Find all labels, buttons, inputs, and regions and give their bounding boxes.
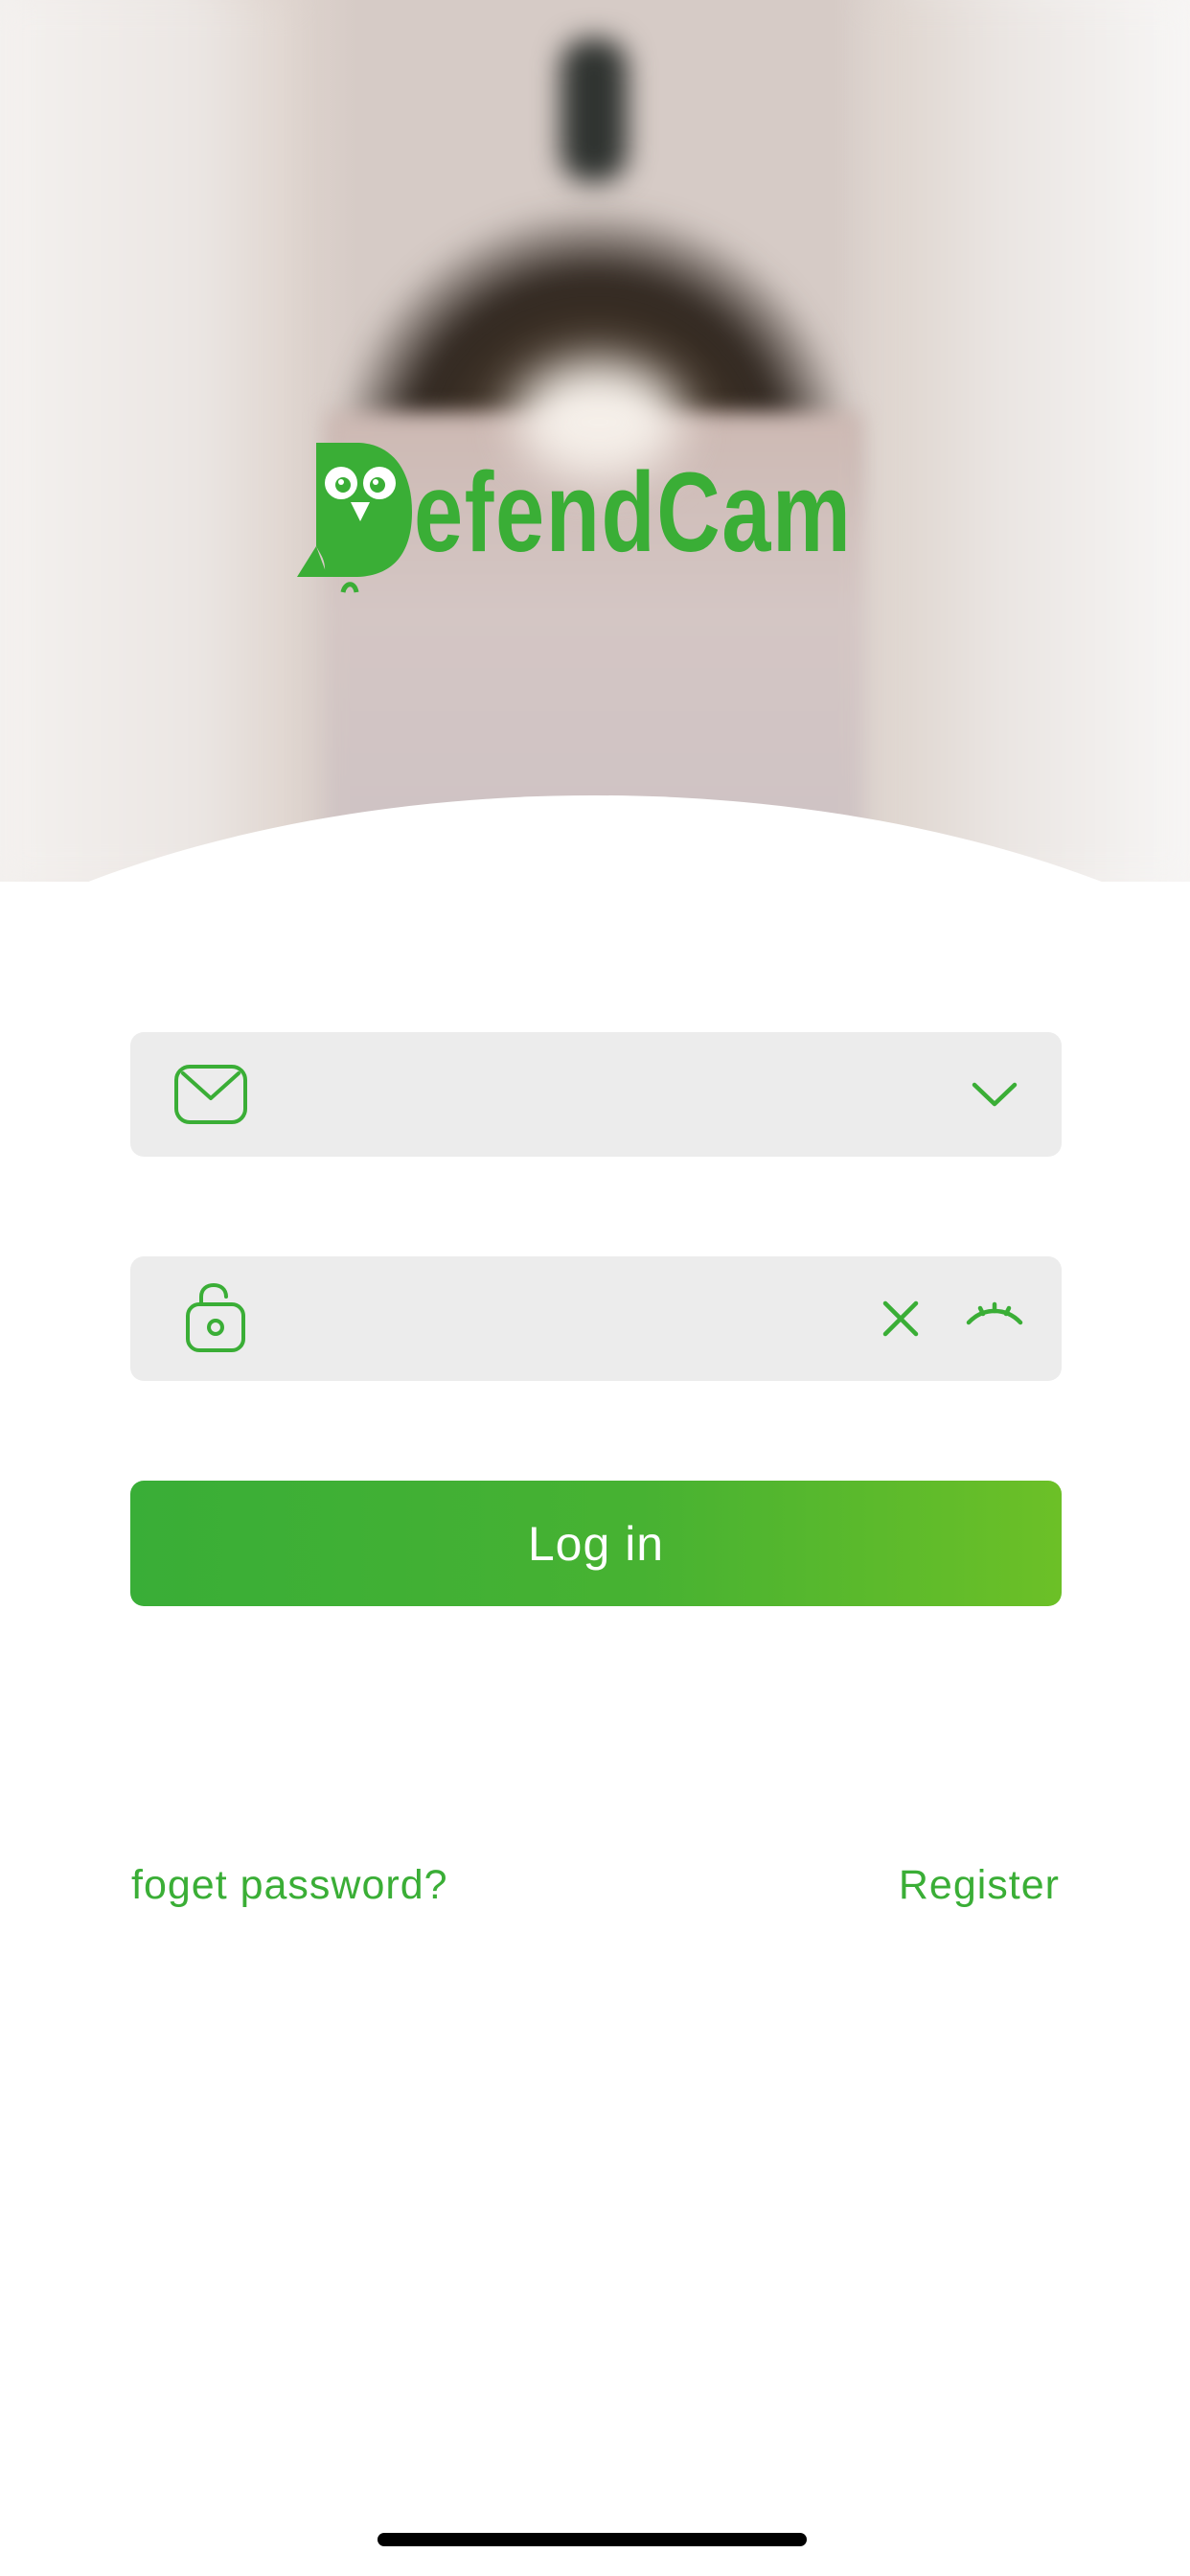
close-icon[interactable] [872, 1256, 929, 1381]
chevron-down-icon[interactable] [956, 1032, 1033, 1157]
login-screen: efendCam Log in foget password? Register [0, 0, 1190, 2576]
home-indicator[interactable] [378, 2533, 807, 2546]
lock-open-icon [172, 1256, 259, 1381]
owl-logo-icon [297, 443, 412, 593]
eye-closed-icon[interactable] [956, 1256, 1033, 1381]
brand-name: efendCam [414, 449, 853, 576]
password-field[interactable] [130, 1256, 1062, 1381]
app-logo: efendCam [297, 443, 975, 596]
header-background-image [0, 0, 1190, 882]
login-button[interactable]: Log in [130, 1481, 1062, 1606]
register-link[interactable]: Register [899, 1862, 1060, 1909]
email-input[interactable] [284, 1056, 901, 1135]
forgot-password-link[interactable]: foget password? [131, 1862, 448, 1909]
mail-icon [172, 1032, 249, 1157]
email-field[interactable] [130, 1032, 1062, 1157]
password-input[interactable] [284, 1280, 901, 1359]
